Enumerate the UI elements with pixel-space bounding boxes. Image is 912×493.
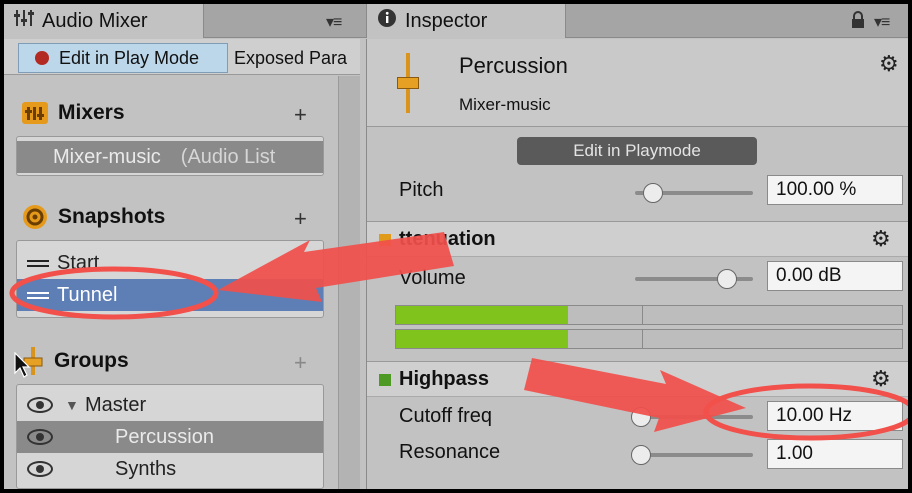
panel-menu-icon[interactable]: ▾≡ xyxy=(326,12,342,32)
mixer-scrollbar[interactable] xyxy=(338,76,360,489)
pitch-slider[interactable] xyxy=(635,183,753,203)
settings-gear-icon[interactable]: ⚙ xyxy=(879,51,899,77)
inspector-title: Percussion xyxy=(459,53,568,78)
mixers-header: Mixers xyxy=(22,96,125,130)
snapshot-name: Tunnel xyxy=(57,283,118,306)
attenuation-header[interactable]: ttenuation ⚙ xyxy=(367,221,908,257)
mixer-sliders-icon xyxy=(14,9,34,33)
mixers-list: Mixer-music (Audio List xyxy=(16,136,324,176)
mixer-toolbar: Edit in Play Mode Exposed Para xyxy=(4,39,360,75)
group-name: Master xyxy=(85,393,147,416)
snapshots-header: Snapshots xyxy=(22,200,165,234)
slider-thumb[interactable] xyxy=(630,407,651,427)
level-meter-2 xyxy=(395,329,903,349)
volume-field[interactable]: 0.00 dB xyxy=(767,261,903,291)
level-meter-1 xyxy=(395,305,903,325)
visibility-eye-icon[interactable] xyxy=(27,461,53,477)
snapshots-title: Snapshots xyxy=(58,205,166,228)
slider-thumb[interactable] xyxy=(630,445,651,465)
pitch-field[interactable]: 100.00 % xyxy=(767,175,903,205)
slider-thumb[interactable] xyxy=(642,183,663,203)
highpass-title: Highpass xyxy=(399,368,490,390)
mixer-name: Mixer-music xyxy=(53,145,161,168)
mixer-icon xyxy=(22,102,48,124)
inspector-subtitle: Mixer-music xyxy=(459,95,551,114)
expand-triangle-icon[interactable]: ▼ xyxy=(65,397,79,413)
settings-gear-icon[interactable]: ⚙ xyxy=(871,226,891,252)
info-icon xyxy=(377,8,397,34)
highpass-color-square xyxy=(379,374,391,386)
groups-title: Groups xyxy=(54,349,129,372)
drag-handle-icon[interactable] xyxy=(27,257,49,270)
attenuation-title: ttenuation xyxy=(399,228,496,250)
list-item-group-master[interactable]: ▼ Master xyxy=(17,389,323,421)
mixers-title: Mixers xyxy=(58,101,125,124)
visibility-eye-icon[interactable] xyxy=(27,429,53,445)
drag-handle-icon[interactable] xyxy=(27,289,49,302)
exposed-parameters-button[interactable]: Exposed Para xyxy=(234,43,347,73)
group-name: Synths xyxy=(115,457,177,480)
inspector-menu-icon[interactable]: ▾≡ xyxy=(874,12,890,32)
slider-thumb[interactable] xyxy=(717,269,738,289)
editor-window: Audio Mixer ▾≡ Inspector ▾≡ Edit in Play… xyxy=(4,4,908,489)
tab-inspector-label: Inspector xyxy=(405,9,488,32)
settings-gear-icon[interactable]: ⚙ xyxy=(871,366,891,392)
meter-fill xyxy=(396,330,569,348)
add-group-button[interactable]: + xyxy=(294,350,307,376)
edit-in-playmode-button[interactable]: Edit in Playmode xyxy=(517,137,757,165)
list-item-snapshot-start[interactable]: Start xyxy=(17,247,323,279)
groups-header: Groups xyxy=(22,344,129,378)
mouse-cursor-icon xyxy=(14,351,31,383)
list-item-group-percussion[interactable]: Percussion xyxy=(17,421,323,453)
add-mixer-button[interactable]: + xyxy=(294,102,307,128)
resonance-slider[interactable] xyxy=(630,445,753,465)
list-item-mixer-music[interactable]: Mixer-music (Audio List xyxy=(17,141,323,173)
group-fader-icon xyxy=(397,53,419,113)
snapshot-camera-icon xyxy=(22,204,48,230)
exposed-parameters-label: Exposed Para xyxy=(234,47,348,68)
resonance-label: Resonance xyxy=(399,441,501,463)
attenuation-color-square xyxy=(379,234,391,246)
pitch-label: Pitch xyxy=(399,179,444,201)
snapshot-name: Start xyxy=(57,251,100,274)
lock-icon[interactable] xyxy=(850,11,866,34)
resonance-field[interactable]: 1.00 xyxy=(767,439,903,469)
tab-audio-mixer-label: Audio Mixer xyxy=(42,9,148,32)
mixer-output: (Audio List xyxy=(180,145,276,168)
visibility-eye-icon[interactable] xyxy=(27,397,53,413)
list-item-snapshot-tunnel[interactable]: Tunnel xyxy=(17,279,323,311)
edit-in-play-mode-button[interactable]: Edit in Play Mode xyxy=(18,43,228,73)
inspector-panel: Percussion Mixer-music ⚙ Edit in Playmod… xyxy=(366,39,908,489)
group-name: Percussion xyxy=(115,425,214,448)
add-snapshot-button[interactable]: + xyxy=(294,206,307,232)
highpass-header[interactable]: Highpass ⚙ xyxy=(367,361,908,397)
edit-in-play-mode-label: Edit in Play Mode xyxy=(59,47,200,68)
meter-fill xyxy=(396,306,569,324)
volume-label: Volume xyxy=(399,267,466,289)
groups-list: ▼ Master Percussion Synths xyxy=(16,384,324,489)
snapshots-list: Start Tunnel xyxy=(16,240,324,318)
tab-audio-mixer[interactable]: Audio Mixer xyxy=(4,4,204,38)
cutoff-freq-slider[interactable] xyxy=(630,407,753,427)
record-dot-icon xyxy=(35,51,49,65)
volume-slider[interactable] xyxy=(635,269,753,289)
inspector-header: Percussion Mixer-music ⚙ xyxy=(367,39,908,127)
cutoff-freq-field[interactable]: 10.00 Hz xyxy=(767,401,903,431)
cutoff-freq-label: Cutoff freq xyxy=(399,405,493,427)
tab-inspector[interactable]: Inspector xyxy=(366,4,566,38)
list-item-group-synths[interactable]: Synths xyxy=(17,453,323,485)
